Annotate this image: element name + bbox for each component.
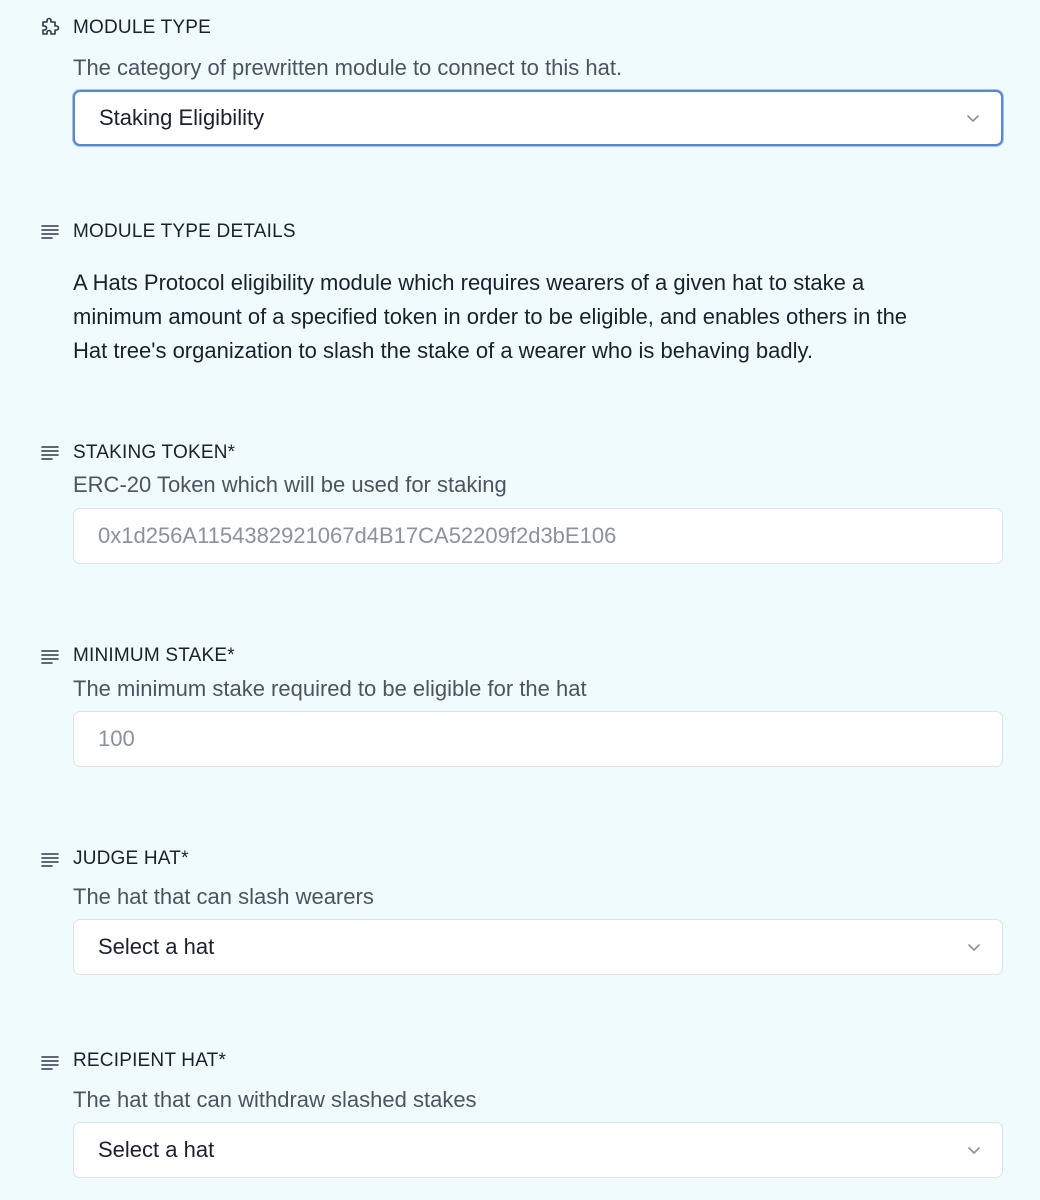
text-lines-icon <box>38 220 62 244</box>
recipient-hat-select[interactable]: Select a hat <box>73 1122 1003 1178</box>
minimum-stake-input[interactable]: 100 <box>73 711 1003 767</box>
module-type-selected-value: Staking Eligibility <box>99 105 265 130</box>
staking-token-label: STAKING TOKEN* <box>73 442 236 463</box>
staking-token-input[interactable]: 0x1d256A1154382921067d4B17CA52209f2d3bE1… <box>73 508 1003 564</box>
chevron-down-icon <box>968 944 980 951</box>
recipient-hat-description: The hat that can withdraw slashed stakes <box>73 1087 477 1112</box>
text-lines-icon <box>38 441 62 465</box>
text-lines-icon <box>38 1051 62 1075</box>
chevron-down-icon <box>968 1147 980 1154</box>
judge-hat-label: JUDGE HAT* <box>73 848 189 869</box>
staking-token-description: ERC-20 Token which will be used for stak… <box>73 472 507 497</box>
text-lines-icon <box>38 645 62 669</box>
details-line: minimum amount of a specified token in o… <box>73 304 908 329</box>
minimum-stake-label: MINIMUM STAKE* <box>73 645 235 666</box>
judge-hat-selected-value: Select a hat <box>98 934 215 959</box>
module-type-details-text: A Hats Protocol eligibility module which… <box>73 266 993 368</box>
module-type-label: MODULE TYPE <box>73 17 212 38</box>
minimum-stake-placeholder: 100 <box>98 726 135 751</box>
chevron-down-icon <box>967 115 979 122</box>
judge-hat-select[interactable]: Select a hat <box>73 919 1003 975</box>
recipient-hat-label: RECIPIENT HAT* <box>73 1050 227 1071</box>
module-type-select[interactable]: Staking Eligibility <box>73 90 1003 146</box>
details-line: Hat tree's organization to slash the sta… <box>73 338 813 363</box>
staking-token-placeholder: 0x1d256A1154382921067d4B17CA52209f2d3bE1… <box>98 523 617 548</box>
minimum-stake-description: The minimum stake required to be eligibl… <box>73 676 587 701</box>
module-type-details-label: MODULE TYPE DETAILS <box>73 221 296 242</box>
text-lines-icon <box>38 848 62 872</box>
recipient-hat-selected-value: Select a hat <box>98 1137 215 1162</box>
judge-hat-description: The hat that can slash wearers <box>73 884 374 909</box>
puzzle-icon <box>38 16 62 40</box>
module-type-description: The category of prewritten module to con… <box>73 55 623 80</box>
details-line: A Hats Protocol eligibility module which… <box>73 270 865 295</box>
